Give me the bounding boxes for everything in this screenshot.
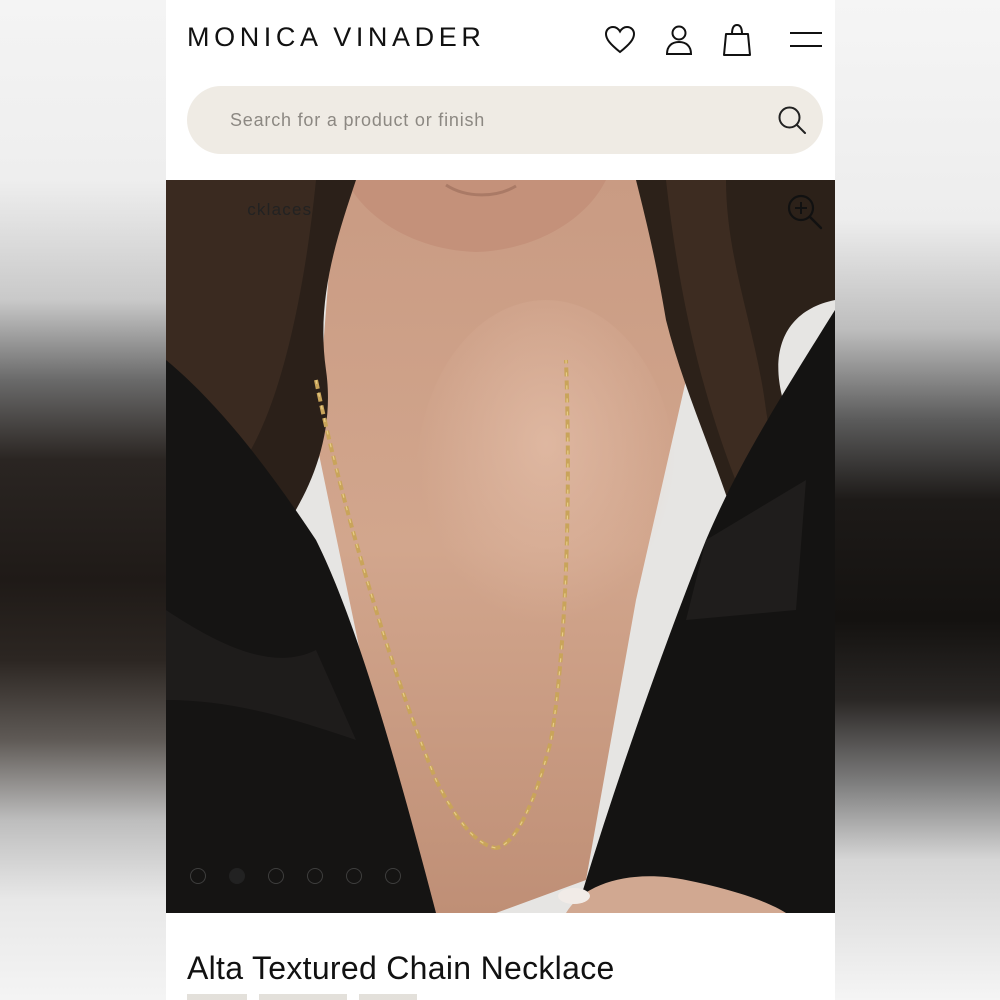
blurred-background-left [0,0,166,1000]
product-title: Alta Textured Chain Necklace [187,950,615,986]
menu-button[interactable] [786,22,826,58]
bag-icon [723,23,751,56]
search-button[interactable] [775,103,809,137]
product-photo [166,180,835,913]
carousel-dot[interactable] [229,868,245,884]
mobile-page: MONICA VINADER Search for a product or f… [166,0,835,1000]
search-input[interactable] [187,86,747,154]
menu-icon [790,32,822,47]
zoom-button[interactable] [783,190,827,234]
breadcrumb[interactable]: ......... cklaces [188,200,312,220]
search-icon [778,106,806,134]
carousel-dot[interactable] [346,868,362,884]
wishlist-button[interactable] [603,22,637,58]
blurred-background-right [834,0,1000,1000]
carousel-dot[interactable] [268,868,284,884]
cropped-subtitle [187,994,547,1000]
account-button[interactable] [662,22,696,58]
brand-logo[interactable]: MONICA VINADER [187,22,485,53]
carousel-dot[interactable] [190,868,206,884]
heart-icon [604,25,636,54]
carousel-dot[interactable] [385,868,401,884]
product-image-carousel[interactable]: ......... cklaces [166,180,835,913]
carousel-dot[interactable] [307,868,323,884]
zoom-in-icon [787,194,823,230]
search-bar [187,86,823,154]
shopping-bag-button[interactable] [720,22,754,58]
carousel-indicators [190,868,401,884]
breadcrumb-label: cklaces [247,200,313,219]
site-header: MONICA VINADER [166,0,835,80]
user-icon [665,25,693,55]
